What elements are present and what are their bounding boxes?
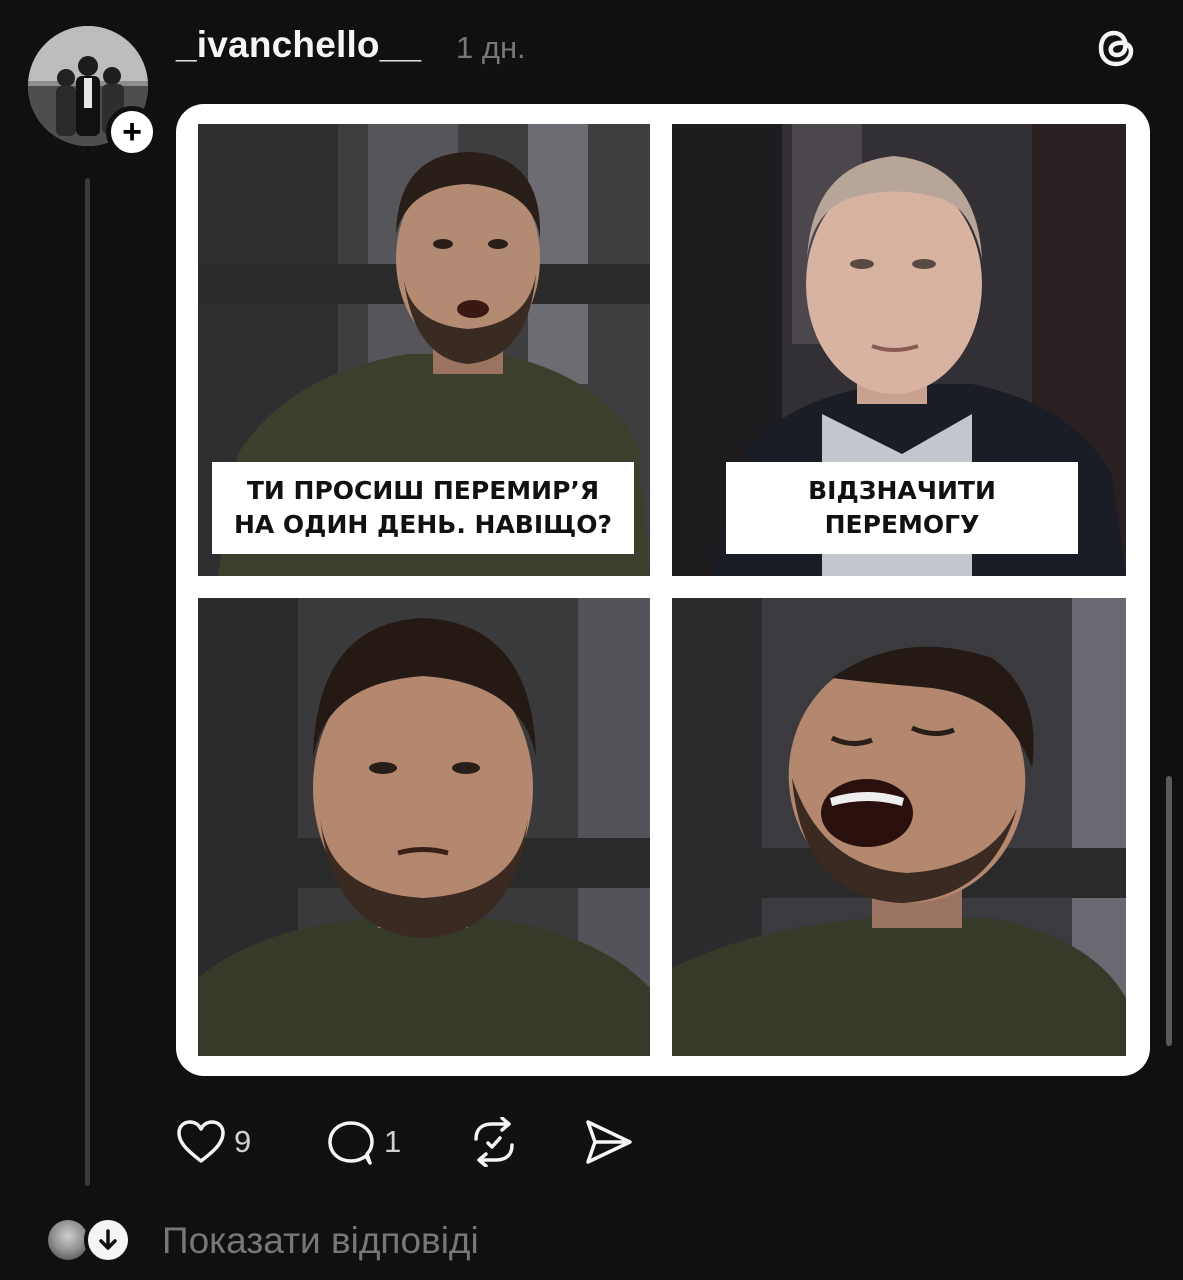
meme-caption-1: ТИ ПРОСИШ ПЕРЕМИР’Я НА ОДИН ДЕНЬ. НАВІЩО… — [212, 462, 634, 554]
comment-bubble-icon — [328, 1121, 374, 1165]
threads-logo-icon[interactable] — [1094, 24, 1138, 72]
post-image[interactable]: ТИ ПРОСИШ ПЕРЕМИР’Я НА ОДИН ДЕНЬ. НАВІЩО… — [176, 104, 1150, 1076]
send-icon — [586, 1120, 632, 1164]
like-count: 9 — [234, 1124, 252, 1159]
comment-count: 1 — [384, 1124, 402, 1159]
meme-caption-2: ВІДЗНАЧИТИ ПЕРЕМОГУ — [726, 462, 1078, 554]
show-replies-link[interactable]: Показати відповіді — [162, 1220, 479, 1262]
show-replies-row[interactable]: Показати відповіді — [46, 1212, 646, 1272]
expand-replies-button[interactable] — [84, 1216, 132, 1264]
post-timestamp[interactable]: 1 дн. — [456, 30, 526, 66]
author-username[interactable]: _ivanchello__ — [176, 24, 421, 66]
share-button[interactable] — [584, 1112, 634, 1172]
thread-line — [85, 178, 90, 1186]
follow-button[interactable]: + — [106, 106, 158, 158]
repost-icon — [474, 1117, 514, 1167]
replier-avatar — [48, 1220, 88, 1260]
meme-panel-3 — [198, 598, 650, 1056]
comment-button[interactable]: 1 — [326, 1112, 401, 1172]
plus-icon: + — [122, 113, 142, 151]
meme-panel-4 — [672, 598, 1126, 1056]
heart-icon — [177, 1120, 225, 1163]
like-button[interactable]: 9 — [176, 1112, 251, 1172]
repost-button[interactable] — [468, 1112, 520, 1172]
arrow-down-icon — [99, 1229, 117, 1250]
scrollbar[interactable] — [1166, 776, 1172, 1046]
